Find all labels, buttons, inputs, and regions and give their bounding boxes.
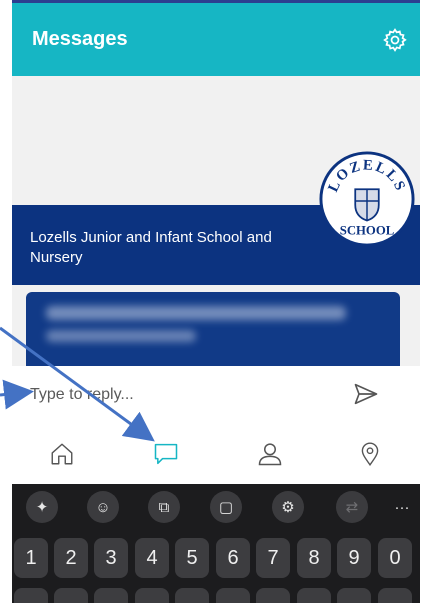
app-frame: Messages Lozells Junior and Infant Schoo… [12, 0, 420, 603]
school-logo: LOZELLS SCHOOL [319, 151, 415, 247]
key[interactable] [378, 588, 412, 603]
translate-icon[interactable]: ⧉ [148, 491, 180, 523]
convert-icon[interactable]: ⇄ [336, 491, 368, 523]
key[interactable] [297, 588, 331, 603]
key-0[interactable]: 0 [378, 538, 412, 578]
redacted-text [46, 306, 346, 320]
more-icon[interactable]: ··· [386, 491, 418, 523]
nav-location[interactable] [350, 434, 390, 474]
key[interactable] [54, 588, 88, 603]
key[interactable] [256, 588, 290, 603]
keyboard: ✦ ☺ ⧉ ▢ ⚙ ⇄ ··· 1 2 3 4 5 6 7 8 9 0 [12, 484, 420, 603]
key[interactable] [14, 588, 48, 603]
key-7[interactable]: 7 [256, 538, 290, 578]
key-3[interactable]: 3 [94, 538, 128, 578]
school-name: Lozells Junior and Infant School and Nur… [30, 229, 272, 266]
clipboard-icon[interactable]: ▢ [210, 491, 242, 523]
emoji-icon[interactable]: ☺ [87, 491, 119, 523]
key-5[interactable]: 5 [175, 538, 209, 578]
key[interactable] [337, 588, 371, 603]
number-row: 1 2 3 4 5 6 7 8 9 0 [12, 538, 420, 580]
key[interactable] [216, 588, 250, 603]
nav-profile[interactable] [250, 434, 290, 474]
redacted-text [46, 330, 196, 342]
key[interactable] [175, 588, 209, 603]
app-header: Messages [12, 3, 420, 76]
profile-icon [258, 443, 282, 466]
logo-text-bottom: SCHOOL [340, 223, 395, 237]
settings-icon[interactable]: ⚙ [272, 491, 304, 523]
location-icon [361, 442, 379, 467]
key-4[interactable]: 4 [135, 538, 169, 578]
key-6[interactable]: 6 [216, 538, 250, 578]
key[interactable] [135, 588, 169, 603]
nav-home[interactable] [42, 434, 82, 474]
chat-icon [154, 443, 178, 465]
reply-bar [12, 366, 420, 425]
keyboard-toolbar: ✦ ☺ ⧉ ▢ ⚙ ⇄ ··· [12, 484, 420, 530]
page-title: Messages [32, 28, 128, 50]
nav-messages[interactable] [146, 434, 186, 474]
sparkle-icon[interactable]: ✦ [26, 491, 58, 523]
key-9[interactable]: 9 [337, 538, 371, 578]
home-icon [51, 443, 73, 465]
key-2[interactable]: 2 [54, 538, 88, 578]
reply-input[interactable] [30, 380, 320, 410]
key-8[interactable]: 8 [297, 538, 331, 578]
letter-row-partial [12, 588, 420, 603]
gear-icon[interactable] [382, 27, 408, 53]
bottom-nav [12, 424, 420, 484]
key-1[interactable]: 1 [14, 538, 48, 578]
send-icon[interactable] [352, 380, 380, 408]
key[interactable] [94, 588, 128, 603]
